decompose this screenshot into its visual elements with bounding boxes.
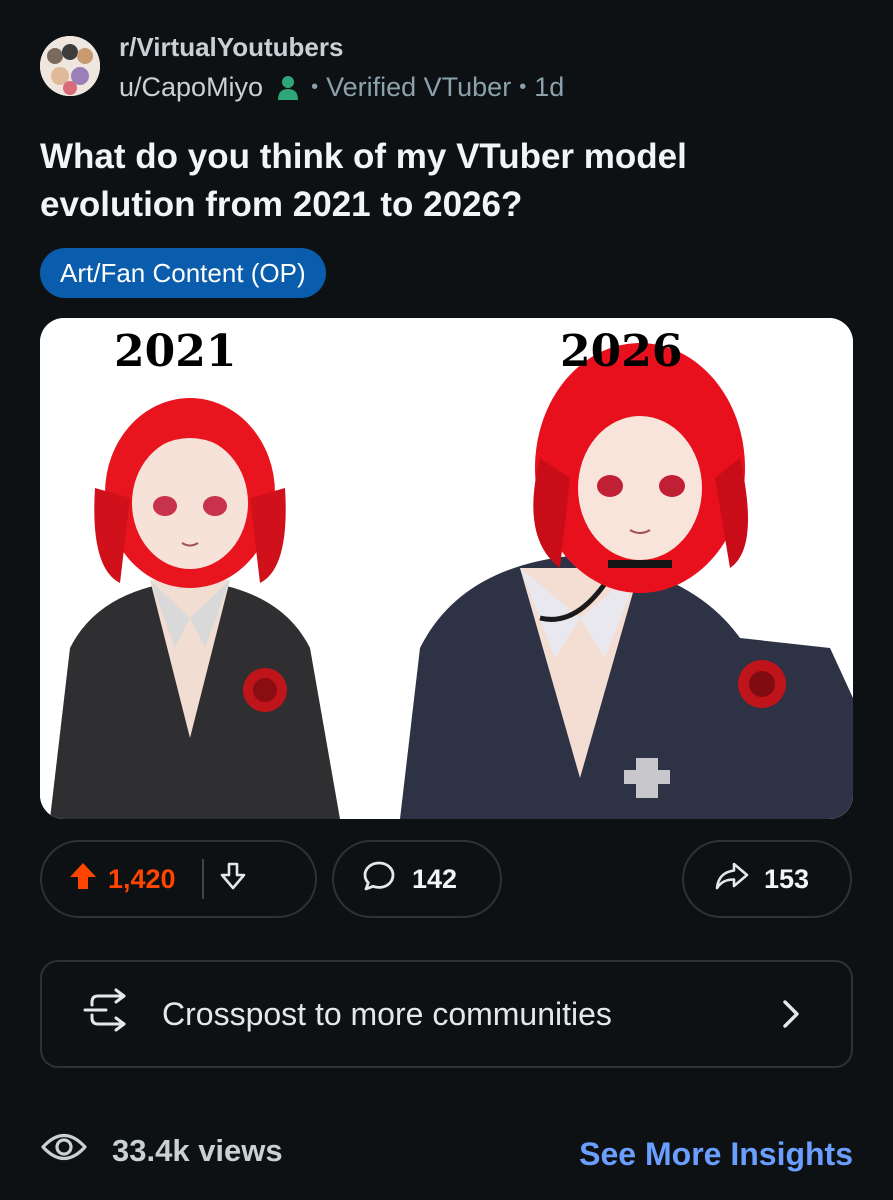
- meta-separator: •: [519, 76, 527, 98]
- chevron-right-icon: [781, 998, 801, 1038]
- see-more-insights-link[interactable]: See More Insights: [579, 1136, 853, 1173]
- post-header: r/VirtualYoutubers u/CapoMiyo • Verified…: [40, 32, 860, 112]
- post-age: 1d: [534, 72, 565, 102]
- vote-divider: [201, 859, 204, 899]
- vote-control: 1,420: [40, 840, 317, 918]
- speech-bubble-icon: [362, 860, 396, 899]
- post-flair[interactable]: Art/Fan Content (OP): [40, 248, 326, 298]
- eye-icon: [40, 1130, 88, 1172]
- post-meta: u/CapoMiyo • Verified VTuber • 1d: [119, 72, 564, 103]
- view-count: 33.4k views: [40, 1130, 283, 1172]
- share-arrow-icon: [714, 861, 750, 898]
- share-button[interactable]: 153: [682, 840, 852, 918]
- year-label-right: 2026: [560, 326, 683, 377]
- crosspost-label: Crosspost to more communities: [162, 995, 612, 1032]
- subreddit-avatar[interactable]: [40, 36, 100, 96]
- comment-count: 142: [412, 863, 458, 894]
- user-flair: Verified VTuber: [326, 72, 512, 102]
- year-label-left: 2021: [114, 326, 237, 377]
- upvote-count: 1,420: [108, 863, 176, 894]
- subreddit-name[interactable]: r/VirtualYoutubers: [119, 32, 343, 63]
- post-footer: 33.4k views See More Insights: [40, 1130, 853, 1180]
- share-count: 153: [764, 863, 810, 894]
- author-name[interactable]: u/CapoMiyo: [119, 72, 263, 103]
- arrow-down-outline-icon[interactable]: [218, 861, 248, 898]
- post-image[interactable]: 2021 2026: [40, 318, 853, 819]
- post-title[interactable]: What do you think of my VTuber model evo…: [40, 133, 850, 229]
- views-label: 33.4k views: [112, 1133, 283, 1168]
- comment-button[interactable]: 142: [332, 840, 502, 918]
- meta-separator: •: [311, 76, 319, 98]
- arrow-up-filled-icon[interactable]: [68, 861, 98, 898]
- crosspost-button[interactable]: Crosspost to more communities: [40, 960, 853, 1068]
- crosspost-arrows-icon: [82, 987, 128, 1041]
- person-icon: [277, 75, 299, 101]
- comparison-illustration: [40, 318, 853, 819]
